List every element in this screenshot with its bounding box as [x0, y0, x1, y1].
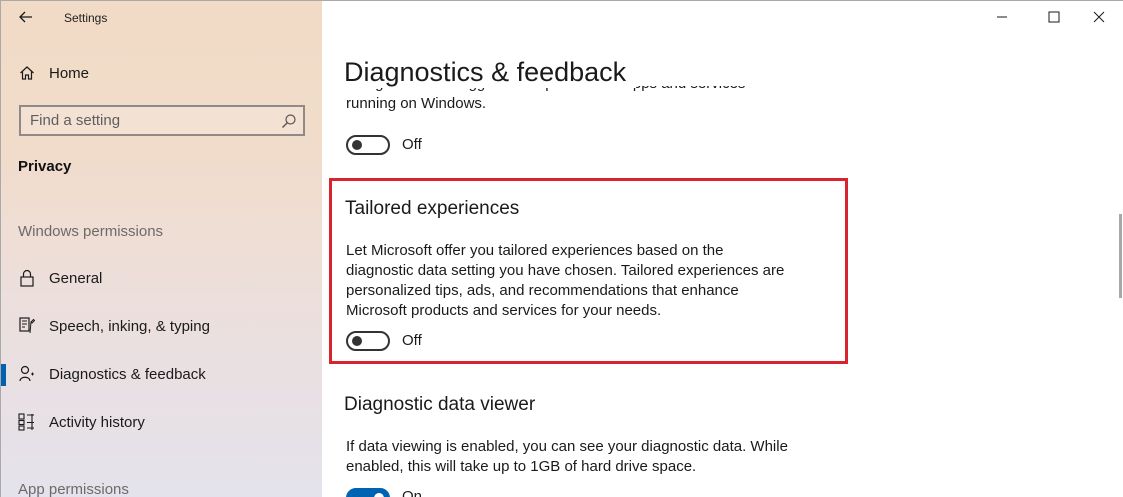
back-arrow-icon	[19, 11, 32, 23]
toggle-knob	[352, 140, 362, 150]
app-title: Settings	[64, 11, 108, 25]
page-title: Diagnostics & feedback	[344, 57, 637, 88]
description-line: If data viewing is enabled, you can see …	[346, 438, 788, 455]
toggle-knob	[374, 493, 384, 497]
nav-home-label: Home	[49, 64, 90, 82]
sidebar-item-label: Activity history	[49, 413, 145, 431]
search-box[interactable]	[19, 105, 305, 136]
toggle-state-label: Off	[402, 332, 422, 349]
group-label-app-permissions: App permissions	[18, 481, 129, 497]
back-button[interactable]	[11, 4, 41, 30]
search-icon[interactable]	[281, 113, 297, 129]
title-bar: Settings	[1, 1, 322, 35]
diagnostic-data-viewer-description: If data viewing is enabled, you can see …	[346, 437, 816, 477]
group-label-windows-permissions: Windows permissions	[18, 223, 164, 240]
tailored-experiences-toggle[interactable]	[346, 331, 390, 351]
sidebar-item-label: Speech, inking, & typing	[49, 317, 210, 335]
speech-icon	[18, 317, 36, 335]
description-line: Let Microsoft offer you tailored experie…	[346, 242, 724, 259]
description-line: diagnostic data setting you have chosen.…	[346, 262, 785, 279]
diagnostics-icon	[18, 365, 36, 383]
main-content: recognition and suggestion capabilities …	[322, 1, 1123, 497]
sidebar-item-label: Diagnostics & feedback	[49, 365, 206, 383]
activity-history-icon	[18, 413, 36, 431]
nav-home[interactable]: Home	[1, 55, 322, 91]
sidebar-section-heading: Privacy	[18, 158, 72, 175]
diagnostic-data-viewer-toggle[interactable]	[346, 488, 390, 497]
toggle-state-label: On	[402, 488, 423, 497]
minimize-button[interactable]	[979, 1, 1025, 33]
sidebar-item-general[interactable]: General	[1, 260, 322, 296]
sidebar: Settings Home Privacy Windows permission…	[1, 1, 322, 497]
description-line: Microsoft products and services for your…	[346, 302, 662, 319]
clipped-text-line-2: running on Windows.	[346, 95, 487, 112]
selected-indicator	[1, 364, 6, 386]
search-input[interactable]	[21, 107, 271, 134]
home-icon	[18, 64, 36, 82]
speech-toggle[interactable]	[346, 135, 390, 155]
maximize-icon	[1048, 11, 1060, 23]
sidebar-item-diagnostics[interactable]: Diagnostics & feedback	[1, 356, 322, 392]
tailored-experiences-title: Tailored experiences	[345, 198, 520, 219]
scrollbar-thumb[interactable]	[1119, 214, 1122, 298]
maximize-button[interactable]	[1031, 1, 1077, 33]
tailored-experiences-description: Let Microsoft offer you tailored experie…	[346, 241, 816, 321]
scrolled-description: recognition and suggestion capabilities …	[346, 86, 786, 114]
sidebar-item-speech[interactable]: Speech, inking, & typing	[1, 308, 322, 344]
minimize-icon	[997, 16, 1007, 18]
toggle-knob	[352, 336, 362, 346]
sidebar-item-label: General	[49, 269, 103, 287]
description-line: personalized tips, ads, and recommendati…	[346, 282, 739, 299]
sidebar-item-activity-history[interactable]: Activity history	[1, 404, 322, 440]
description-line: enabled, this will take up to 1GB of har…	[346, 458, 697, 475]
lock-icon	[18, 269, 36, 287]
toggle-state-label: Off	[402, 136, 422, 153]
close-button[interactable]	[1076, 1, 1122, 33]
close-icon	[1093, 11, 1105, 23]
diagnostic-data-viewer-title: Diagnostic data viewer	[344, 394, 536, 415]
